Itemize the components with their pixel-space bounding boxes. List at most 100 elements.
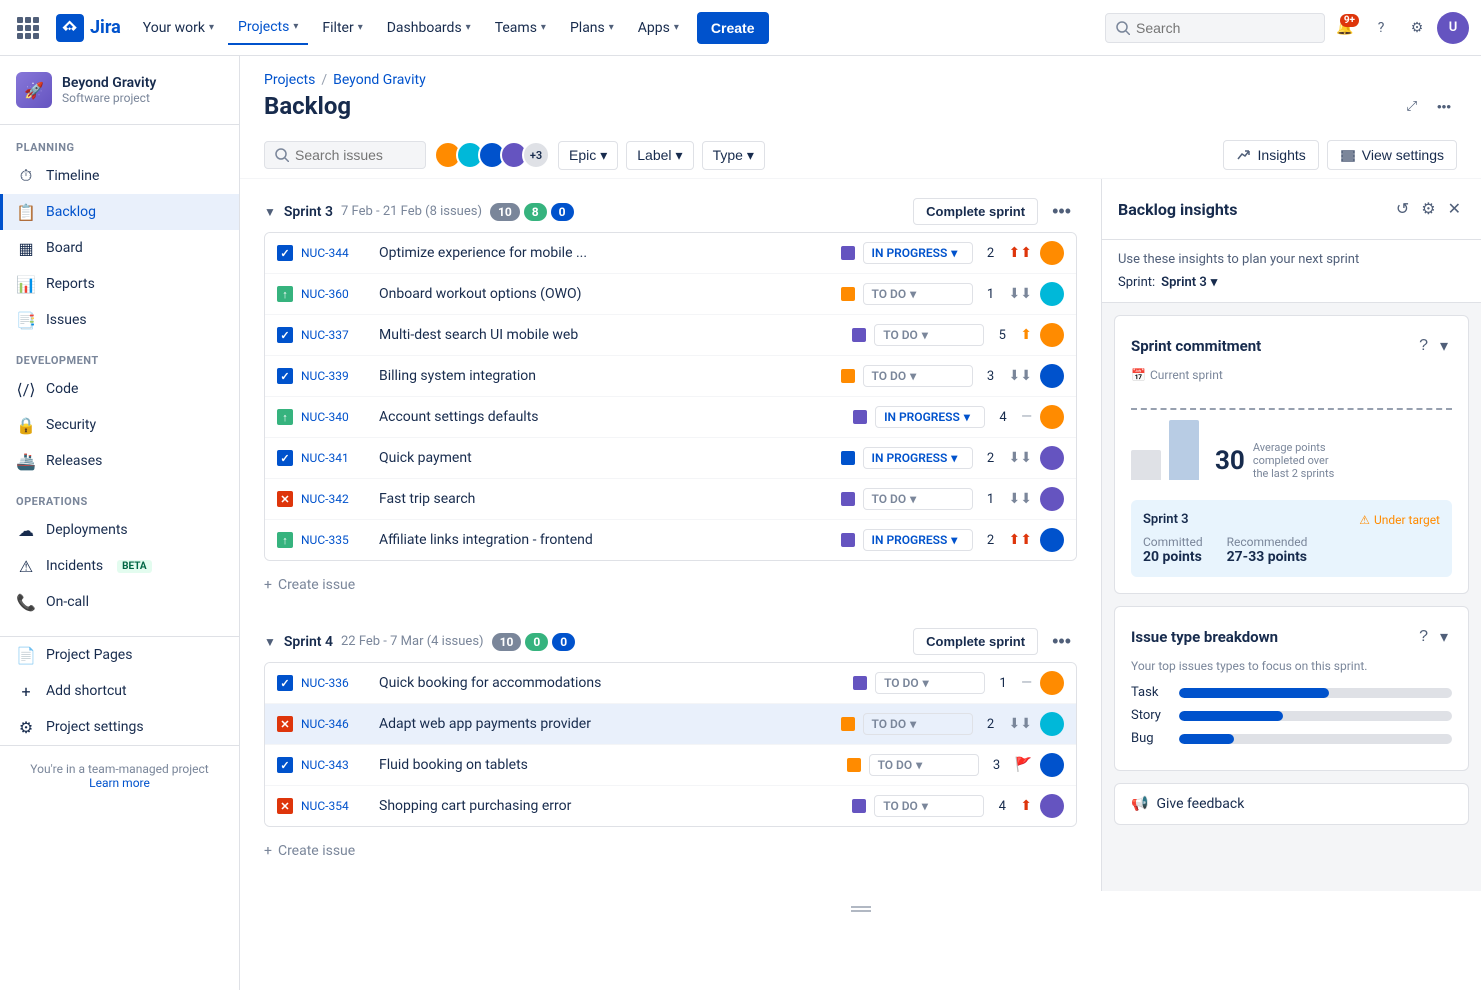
issue-search-input[interactable] [295, 147, 415, 163]
sprint3-header[interactable]: ▼ Sprint 3 7 Feb - 21 Feb (8 issues) 10 … [264, 187, 1077, 232]
insights-close-button[interactable]: ✕ [1444, 195, 1465, 223]
sidebar-item-board[interactable]: ▦ Board [0, 230, 239, 266]
avatar-count[interactable]: +3 [522, 141, 550, 169]
issue-key[interactable]: NUC-342 [301, 492, 371, 506]
status-badge[interactable]: TO DO ▾ [874, 795, 984, 817]
status-badge[interactable]: IN PROGRESS ▾ [863, 529, 973, 551]
issue-key[interactable]: NUC-341 [301, 451, 371, 465]
issue-summary[interactable]: Fluid booking on tablets [379, 757, 839, 773]
sidebar-item-backlog[interactable]: 📋 Backlog [0, 194, 239, 230]
nav-plans[interactable]: Plans ▾ [560, 12, 624, 44]
status-badge[interactable]: TO DO ▾ [863, 713, 973, 735]
table-row[interactable]: ✓ NUC-337 Multi-dest search UI mobile we… [265, 315, 1076, 356]
table-row[interactable]: ↑ NUC-335 Affiliate links integration - … [265, 520, 1076, 560]
logo[interactable]: Jira [56, 14, 121, 42]
sprint4-complete-button[interactable]: Complete sprint [913, 628, 1038, 655]
table-row[interactable]: ✓ NUC-344 Optimize experience for mobile… [265, 233, 1076, 274]
insights-refresh-button[interactable]: ↺ [1392, 195, 1413, 223]
issue-key[interactable]: NUC-340 [301, 410, 371, 424]
issue-key[interactable]: NUC-346 [301, 717, 371, 731]
issue-summary[interactable]: Fast trip search [379, 491, 833, 507]
breadcrumb-project[interactable]: Beyond Gravity [333, 72, 426, 88]
nav-apps[interactable]: Apps ▾ [628, 12, 689, 44]
issue-summary[interactable]: Quick payment [379, 450, 833, 466]
issue-summary[interactable]: Billing system integration [379, 368, 833, 384]
help-button[interactable]: ? [1365, 12, 1397, 44]
app-switcher-icon[interactable] [12, 12, 44, 44]
avatar-filter[interactable]: +3 [434, 141, 550, 169]
issue-summary[interactable]: Account settings defaults [379, 409, 845, 425]
issue-key[interactable]: NUC-354 [301, 799, 371, 813]
nav-dashboards[interactable]: Dashboards ▾ [377, 12, 481, 44]
status-badge[interactable]: IN PROGRESS ▾ [863, 242, 973, 264]
table-row[interactable]: ✕ NUC-346 Adapt web app payments provide… [265, 704, 1076, 745]
sidebar-item-reports[interactable]: 📊 Reports [0, 266, 239, 302]
status-badge[interactable]: TO DO ▾ [863, 488, 973, 510]
settings-button[interactable]: ⚙ [1401, 12, 1433, 44]
issue-key[interactable]: NUC-339 [301, 369, 371, 383]
sidebar-item-incidents[interactable]: ⚠ Incidents BETA [0, 548, 239, 584]
learn-more-link[interactable]: Learn more [89, 776, 150, 790]
label-filter[interactable]: Label ▾ [626, 141, 693, 170]
nav-filter[interactable]: Filter ▾ [312, 12, 372, 44]
table-row[interactable]: ✓ NUC-341 Quick payment IN PROGRESS ▾ 2 … [265, 438, 1076, 479]
sprint4-create-issue-button[interactable]: + Create issue [264, 835, 1077, 867]
table-row[interactable]: ✕ NUC-342 Fast trip search TO DO ▾ 1 ⬇⬇ [265, 479, 1076, 520]
user-avatar[interactable]: U [1437, 12, 1469, 44]
resize-handle[interactable] [240, 891, 1481, 927]
epic-filter[interactable]: Epic ▾ [558, 141, 618, 170]
sidebar-item-add-shortcut[interactable]: + Add shortcut [0, 673, 239, 709]
issue-search[interactable] [264, 141, 426, 169]
sidebar-item-issues[interactable]: 📑 Issues [0, 302, 239, 338]
type-filter[interactable]: Type ▾ [702, 141, 765, 170]
issue-key[interactable]: NUC-336 [301, 676, 371, 690]
status-badge[interactable]: TO DO ▾ [863, 365, 973, 387]
sidebar-item-security[interactable]: 🔒 Security [0, 407, 239, 443]
issue-key[interactable]: NUC-360 [301, 287, 371, 301]
sidebar-item-releases[interactable]: 🚢 Releases [0, 443, 239, 479]
search-box[interactable] [1105, 13, 1325, 43]
sidebar-item-code[interactable]: ⟨/⟩ Code [0, 371, 239, 407]
issue-summary[interactable]: Shopping cart purchasing error [379, 798, 844, 814]
sidebar-item-timeline[interactable]: ⏱ Timeline [0, 158, 239, 194]
issue-key[interactable]: NUC-343 [301, 758, 371, 772]
view-settings-button[interactable]: View settings [1327, 140, 1457, 170]
insights-settings-button[interactable]: ⚙ [1417, 195, 1439, 223]
breadcrumb-projects[interactable]: Projects [264, 72, 315, 88]
issue-key[interactable]: NUC-344 [301, 246, 371, 260]
create-button[interactable]: Create [697, 12, 769, 44]
issue-summary[interactable]: Adapt web app payments provider [379, 716, 833, 732]
issue-summary[interactable]: Affiliate links integration - frontend [379, 532, 833, 548]
notifications-button[interactable]: 🔔 9+ [1329, 12, 1361, 44]
table-row[interactable]: ✓ NUC-336 Quick booking for accommodatio… [265, 663, 1076, 704]
issue-summary[interactable]: Optimize experience for mobile ... [379, 245, 833, 261]
table-row[interactable]: ✓ NUC-343 Fluid booking on tablets TO DO… [265, 745, 1076, 786]
status-badge[interactable]: TO DO ▾ [869, 754, 979, 776]
breakdown-help-button[interactable]: ? [1415, 624, 1432, 650]
more-options-button[interactable]: ••• [1431, 92, 1457, 120]
status-badge[interactable]: TO DO ▾ [875, 672, 985, 694]
sidebar-item-project-pages[interactable]: 📄 Project Pages [0, 637, 239, 673]
status-badge[interactable]: TO DO ▾ [874, 324, 984, 346]
table-row[interactable]: ↑ NUC-340 Account settings defaults IN P… [265, 397, 1076, 438]
sidebar-item-deployments[interactable]: ☁ Deployments [0, 512, 239, 548]
sidebar-item-project-settings[interactable]: ⚙ Project settings [0, 709, 239, 745]
table-row[interactable]: ✕ NUC-354 Shopping cart purchasing error… [265, 786, 1076, 826]
issue-summary[interactable]: Quick booking for accommodations [379, 675, 845, 691]
expand-button[interactable]: ⤢ [1400, 92, 1423, 120]
sidebar-item-oncall[interactable]: 📞 On-call [0, 584, 239, 620]
search-input[interactable] [1136, 20, 1296, 36]
status-badge[interactable]: TO DO ▾ [863, 283, 973, 305]
issue-key[interactable]: NUC-337 [301, 328, 371, 342]
nav-teams[interactable]: Teams ▾ [485, 12, 556, 44]
commitment-chevron-button[interactable]: ▾ [1436, 332, 1452, 360]
nav-your-work[interactable]: Your work ▾ [133, 12, 224, 44]
table-row[interactable]: ↑ NUC-360 Onboard workout options (OWO) … [265, 274, 1076, 315]
sprint3-more-button[interactable]: ••• [1046, 197, 1077, 226]
sprint3-create-issue-button[interactable]: + Create issue [264, 569, 1077, 601]
sidebar-project[interactable]: 🚀 Beyond Gravity Software project [0, 56, 239, 125]
issue-key[interactable]: NUC-335 [301, 533, 371, 547]
sprint4-more-button[interactable]: ••• [1046, 627, 1077, 656]
feedback-button[interactable]: 📢 Give feedback [1114, 783, 1469, 825]
sprint3-complete-button[interactable]: Complete sprint [913, 198, 1038, 225]
